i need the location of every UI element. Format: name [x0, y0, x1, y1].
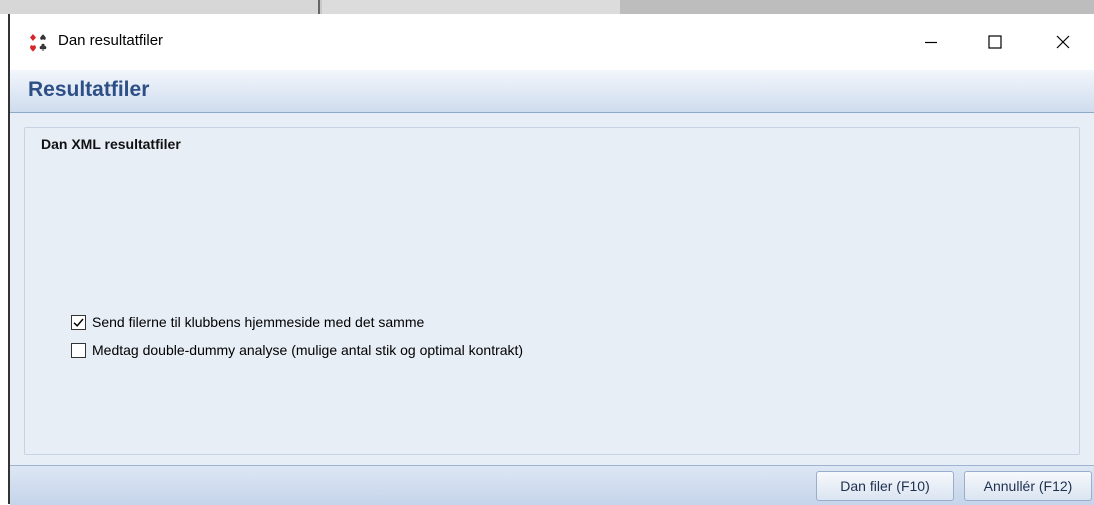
dialog-body: Dan XML resultatfiler Send filerne til k… — [10, 113, 1094, 465]
maximize-icon — [988, 35, 1002, 49]
close-button[interactable] — [1040, 24, 1086, 60]
send-to-club-website-option[interactable]: Send filerne til klubbens hjemmeside med… — [71, 314, 424, 330]
minimize-button[interactable] — [908, 24, 954, 60]
cancel-button[interactable]: Annullér (F12) — [964, 471, 1092, 501]
maximize-button[interactable] — [972, 24, 1018, 60]
group-title: Dan XML resultatfiler — [41, 136, 185, 152]
header-title: Resultatfiler — [28, 78, 150, 101]
double-dummy-analysis-label: Medtag double-dummy analyse (mulige anta… — [92, 342, 524, 358]
title-bar[interactable]: Dan resultatfiler — [10, 14, 1094, 70]
background-window-strip — [0, 0, 1094, 14]
dialog-window: Dan resultatfiler Resultatfiler Dan XML … — [8, 14, 1094, 505]
minimize-icon — [925, 41, 937, 44]
background-area — [620, 0, 1094, 14]
send-to-club-website-checkbox[interactable] — [71, 314, 86, 330]
create-files-button[interactable]: Dan filer (F10) — [816, 471, 954, 501]
dialog-header: Resultatfiler — [10, 70, 1094, 113]
xml-result-files-group: Dan XML resultatfiler Send filerne til k… — [24, 127, 1080, 455]
dialog-footer: Dan filer (F10) Annullér (F12) — [10, 465, 1094, 505]
double-dummy-analysis-option[interactable]: Medtag double-dummy analyse (mulige anta… — [71, 342, 523, 358]
checkmark-icon — [73, 318, 84, 327]
double-dummy-analysis-checkbox[interactable] — [71, 342, 86, 358]
background-tab-1 — [0, 0, 320, 14]
card-suits-icon — [30, 34, 47, 52]
close-icon — [1056, 35, 1070, 49]
background-tab-2 — [322, 0, 620, 14]
window-title: Dan resultatfiler — [58, 32, 164, 49]
send-to-club-website-label: Send filerne til klubbens hjemmeside med… — [92, 314, 425, 330]
